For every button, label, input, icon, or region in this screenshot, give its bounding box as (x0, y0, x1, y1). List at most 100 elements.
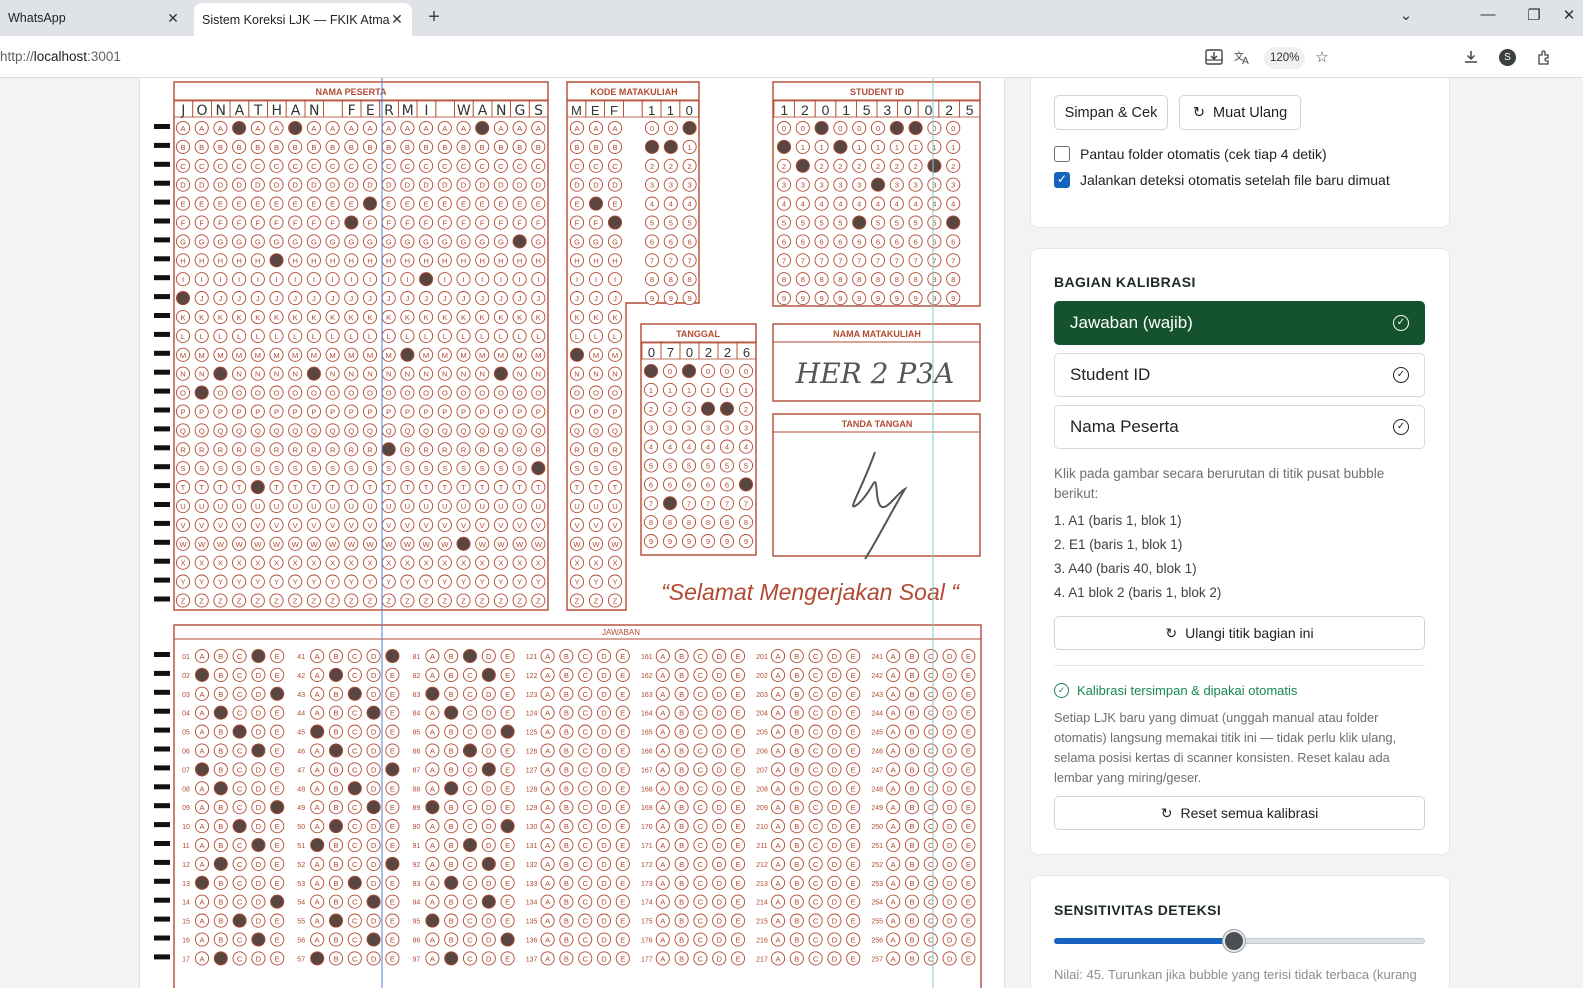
nama-bubble-letter: P (498, 407, 503, 416)
tanggal-bubble-letter: 5 (687, 461, 691, 470)
close-icon[interactable]: ✕ (166, 10, 180, 27)
answer-bubble-letter: B (449, 917, 454, 926)
nama-bubble-letter: C (461, 162, 467, 171)
answer-bubble-letter: B (679, 690, 684, 699)
kode-letter-bubble-letter: S (574, 464, 579, 473)
tab-whatsapp[interactable]: WhatsApp ✕ (0, 4, 188, 32)
answer-bubble-letter: D (256, 709, 262, 718)
calib-option-student-id[interactable]: Student ID ✓ (1054, 353, 1425, 397)
nama-bubble-letter: X (536, 559, 541, 568)
profile-avatar[interactable]: S (1499, 49, 1516, 66)
nama-bubble-letter: J (462, 294, 466, 303)
translate-icon[interactable]: 文A (1232, 46, 1254, 68)
close-window-icon[interactable]: ✕ (1559, 6, 1579, 24)
nama-bubble-letter: J (200, 294, 204, 303)
nama-bubble-letter: J (443, 294, 447, 303)
answer-bubble-letter: E (390, 917, 395, 926)
download-icon[interactable] (1460, 46, 1482, 68)
nama-bubble-letter: Y (311, 578, 316, 587)
tanggal-bubble-letter: 2 (668, 405, 672, 414)
nama-bubble-letter: Q (404, 426, 410, 435)
answer-bubble (481, 762, 496, 777)
restore-icon[interactable]: ❐ (1524, 6, 1544, 24)
tanggal-bubble-letter: 5 (744, 461, 748, 470)
answer-bubble-letter: B (679, 746, 684, 755)
kode-digit-bubble-letter: 3 (669, 181, 673, 190)
nama-bubble-letter: G (274, 237, 280, 246)
answer-bubble-letter: D (601, 860, 607, 869)
answer-bubble-letter: D (716, 860, 722, 869)
answer-bubble-letter: B (679, 954, 684, 963)
nama-bubble-letter: P (330, 407, 335, 416)
nama-bubble-letter: K (517, 313, 522, 322)
auto-watch-checkbox-row[interactable]: Pantau folder otomatis (cek tiap 4 detik… (1054, 146, 1327, 162)
question-number: 213 (756, 881, 768, 888)
answer-bubble-letter: B (909, 746, 914, 755)
answer-bubble (232, 724, 247, 739)
kode-letter-bubble-letter: C (612, 162, 618, 171)
nama-bubble-letter: I (313, 275, 315, 284)
nama-bubble-letter: B (498, 143, 503, 152)
nama-bubble-letter: L (443, 332, 447, 341)
calib-option-nama-peserta[interactable]: Nama Peserta ✓ (1054, 405, 1425, 449)
auto-watch-checkbox[interactable] (1054, 146, 1070, 162)
close-icon[interactable]: ✕ (390, 11, 404, 28)
reload-button[interactable]: ↻ Muat Ulang (1179, 95, 1301, 130)
nama-bubble-letter: G (498, 237, 504, 246)
calib-option-jawaban[interactable]: Jawaban (wajib) ✓ (1054, 301, 1425, 345)
tab-sistem-koreksi[interactable]: Sistem Koreksi LJK — FKIK Atma Jaya ✕ (194, 3, 412, 36)
calib-option-label: Nama Peserta (1070, 417, 1179, 436)
answer-bubble-letter: D (947, 822, 953, 831)
page-content: ATMAJAYANAMA PESERTAJONATHANFERMIWANGSAB… (0, 78, 1583, 988)
answer-bubble-letter: E (620, 935, 625, 944)
answer-bubble-letter: D (486, 784, 492, 793)
student-id-bubble-letter: 4 (876, 200, 880, 209)
new-tab-icon[interactable]: + (424, 6, 444, 29)
ljk-sheet-image[interactable]: ATMAJAYANAMA PESERTAJONATHANFERMIWANGSAB… (139, 78, 1005, 988)
nama-bubble-letter: O (255, 389, 261, 398)
answer-bubble (366, 932, 381, 947)
nama-bubble-letter: O (442, 389, 448, 398)
reset-calibration-button[interactable]: ↻ Reset semua kalibrasi (1054, 796, 1425, 830)
nama-bubble-letter: F (274, 218, 279, 227)
nama-bubble-letter: D (292, 181, 298, 190)
answer-bubble-letter: D (256, 784, 262, 793)
nama-bubble-letter: Q (367, 426, 373, 435)
answer-bubble-letter: C (582, 728, 588, 737)
sensitivity-description: Nilai: 45. Turunkan jika bubble yang ter… (1054, 967, 1417, 982)
save-check-button[interactable]: Simpan & Cek (1054, 95, 1168, 130)
nama-bubble-letter: Q (348, 426, 354, 435)
kode-letter-bubble-letter: Q (574, 426, 580, 435)
install-app-icon[interactable] (1203, 46, 1225, 68)
nama-bubble-letter: S (442, 464, 447, 473)
tanggal-handwritten: 0 (686, 345, 693, 360)
redo-points-button[interactable]: ↻ Ulangi titik bagian ini (1054, 616, 1425, 650)
nama-bubble-letter: I (182, 275, 184, 284)
auto-detect-checkbox-row[interactable]: ✓ Jalankan deteksi otomatis setelah file… (1054, 172, 1390, 188)
answer-bubble-letter: E (275, 841, 280, 850)
minimize-icon[interactable]: — (1478, 6, 1498, 23)
nama-bubble-letter: X (480, 559, 485, 568)
answer-bubble-letter: B (564, 728, 569, 737)
zoom-indicator[interactable]: 120% (1264, 47, 1306, 69)
auto-detect-checkbox[interactable]: ✓ (1054, 172, 1070, 188)
answer-bubble (270, 686, 285, 701)
student-id-bubble (833, 139, 848, 154)
chevron-down-icon[interactable]: ⌄ (1396, 6, 1416, 24)
answer-bubble-letter: D (256, 728, 262, 737)
extensions-icon[interactable] (1533, 46, 1555, 68)
nama-bubble-letter: P (386, 407, 391, 416)
student-id-bubble (889, 120, 904, 136)
answer-sheet-scan[interactable]: ATMAJAYANAMA PESERTAJONATHANFERMIWANGSAB… (140, 78, 1005, 988)
student-id-bubble-letter: 0 (838, 124, 842, 133)
bookmark-star-icon[interactable]: ☆ (1311, 46, 1333, 68)
nama-bubble-letter: N (386, 370, 391, 379)
redo-label: Ulangi titik bagian ini (1185, 625, 1314, 641)
tanggal-bubble-letter: 1 (649, 386, 653, 395)
answer-bubble-letter: D (716, 709, 722, 718)
tanggal-bubble-letter: 1 (706, 386, 710, 395)
answer-bubble-letter: C (352, 728, 358, 737)
nama-bubble-letter: X (517, 559, 522, 568)
nama-bubble-letter: S (293, 464, 298, 473)
url-field[interactable]: http://localhost:3001 (0, 49, 121, 64)
